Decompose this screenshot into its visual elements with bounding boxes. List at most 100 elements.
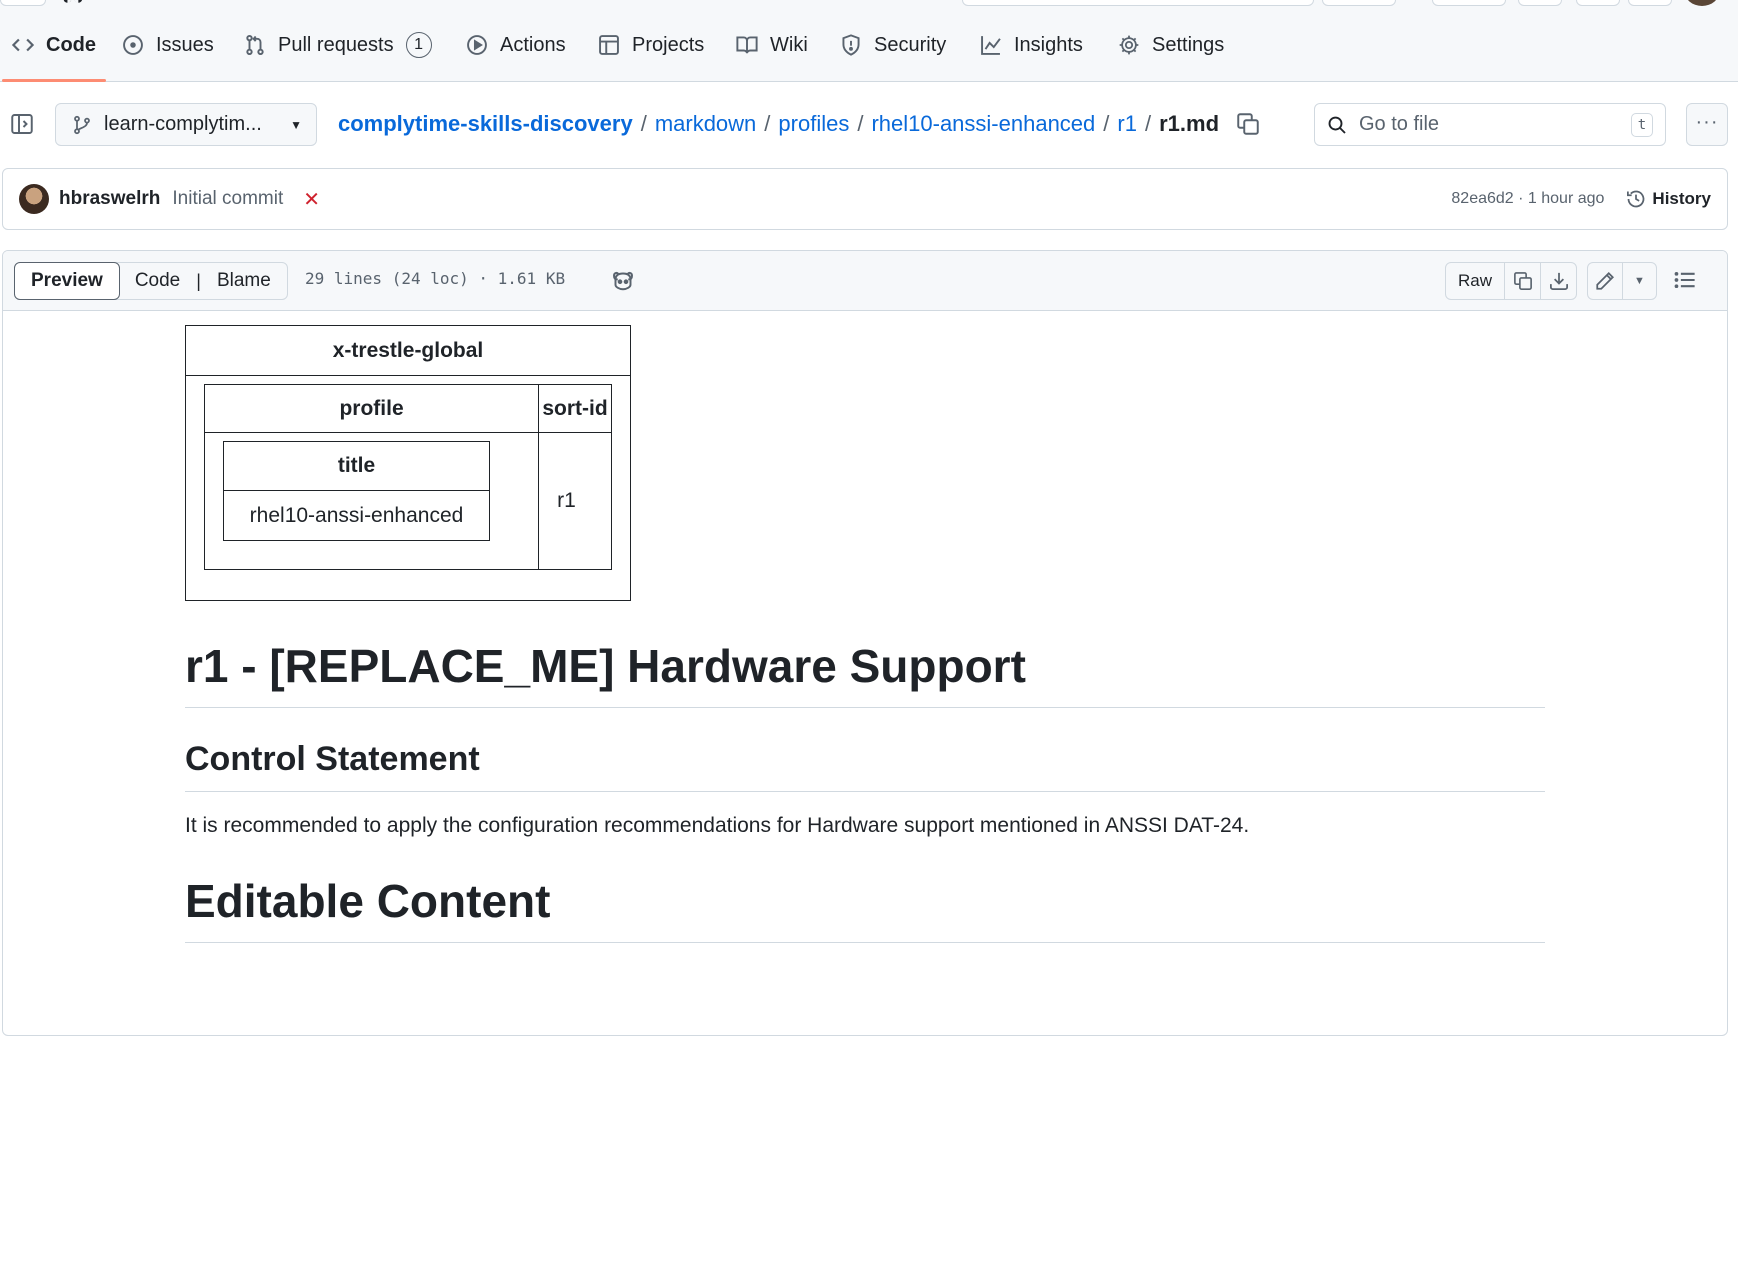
table-icon — [598, 34, 620, 56]
breadcrumb-separator: / — [857, 111, 864, 136]
check-failed-icon[interactable]: ✕ — [303, 187, 320, 212]
table-cell: profile sort-id title rhel10-anssi-enhan… — [185, 375, 631, 601]
tab-label: Issues — [156, 33, 214, 56]
shield-icon — [840, 34, 862, 56]
markdown-body: x-trestle-global profile sort-id title r… — [185, 325, 1545, 943]
breadcrumb-separator: / — [1144, 111, 1152, 136]
tab-preview[interactable]: Preview — [14, 262, 120, 300]
github-logo-icon[interactable]: ◐◑ — [62, 0, 84, 7]
file-actions-group: Raw — [1445, 262, 1578, 300]
branch-selector[interactable]: learn-complytim... ▼ — [55, 103, 317, 146]
history-button[interactable]: History — [1626, 189, 1711, 209]
copy-icon — [1513, 272, 1532, 290]
history-label: History — [1652, 189, 1711, 208]
gear-icon — [1118, 34, 1140, 56]
tab-projects[interactable]: Projects — [598, 8, 704, 82]
tab-code-view[interactable]: Code — [119, 263, 196, 299]
download-button[interactable] — [1540, 263, 1576, 299]
heading-1: Editable Content — [185, 874, 1545, 943]
tab-insights[interactable]: Insights — [980, 8, 1083, 82]
keyboard-shortcut-hint: t — [1631, 112, 1653, 137]
breadcrumb-separator: / — [764, 111, 771, 136]
tab-issues[interactable]: Issues — [122, 8, 214, 82]
breadcrumb-dir[interactable]: profiles — [778, 111, 849, 137]
tab-code[interactable]: Code — [2, 8, 106, 82]
file-viewer: Preview Code | Blame 29 lines (24 loc) ·… — [2, 250, 1728, 1036]
side-panel-toggle[interactable] — [10, 112, 38, 138]
triangle-down-icon: ▼ — [1634, 275, 1645, 287]
tab-label: Code — [46, 33, 96, 56]
go-to-file-input[interactable]: Go to file t — [1314, 103, 1666, 146]
table-cell: r1 — [538, 432, 612, 570]
raw-button[interactable]: Raw — [1446, 263, 1504, 299]
table-header: sort-id — [538, 384, 612, 433]
history-icon — [1627, 190, 1645, 208]
tab-security[interactable]: Security — [840, 8, 946, 82]
repository-nav: Code Issues Pull requests 1 Actions Proj… — [0, 8, 1738, 82]
commit-message[interactable]: Initial commit — [172, 188, 283, 210]
copy-icon — [1237, 113, 1259, 135]
tab-label: Pull requests — [278, 33, 394, 56]
book-icon — [736, 34, 758, 56]
heading-2: Control Statement — [185, 740, 1545, 792]
table-header: x-trestle-global — [185, 325, 631, 376]
pull-requests-button[interactable] — [1576, 0, 1620, 6]
issues-button[interactable] — [1518, 0, 1562, 6]
tab-settings[interactable]: Settings — [1118, 8, 1224, 82]
view-mode-toggle: Preview Code | Blame — [14, 262, 288, 300]
author-avatar[interactable] — [19, 184, 49, 214]
copy-raw-button[interactable] — [1504, 263, 1540, 299]
edit-options-dropdown[interactable]: ▼ — [1622, 263, 1656, 299]
breadcrumb-dir[interactable]: rhel10-anssi-enhanced — [871, 111, 1095, 137]
table-cell: title rhel10-anssi-enhanced — [203, 432, 540, 570]
tab-label: Actions — [500, 33, 566, 56]
tab-blame[interactable]: Blame — [201, 263, 287, 299]
pencil-icon — [1596, 272, 1614, 290]
branch-name: learn-complytim... — [104, 113, 262, 135]
breadcrumb-dir[interactable]: r1 — [1117, 111, 1137, 137]
breadcrumb-dir[interactable]: markdown — [655, 111, 756, 137]
breadcrumb-separator: / — [640, 111, 647, 136]
more-options-button[interactable]: ··· — [1686, 103, 1728, 146]
notifications-button[interactable] — [1628, 0, 1672, 6]
edit-actions-group: ▼ — [1587, 262, 1657, 300]
go-to-file-placeholder: Go to file — [1359, 113, 1440, 135]
tab-pull-requests[interactable]: Pull requests 1 — [244, 8, 432, 82]
breadcrumb-current-file: r1.md — [1159, 111, 1220, 136]
global-header-fragment: ◐◑ — [0, 0, 1738, 8]
pull-request-icon — [244, 34, 266, 56]
menu-button[interactable] — [0, 0, 46, 6]
tab-label: Projects — [632, 33, 705, 56]
download-icon — [1549, 272, 1568, 290]
commit-time: 1 hour ago — [1527, 190, 1605, 207]
graph-icon — [980, 34, 1002, 56]
pull-requests-counter: 1 — [405, 32, 432, 58]
tab-label: Settings — [1152, 33, 1225, 56]
copy-path-button[interactable] — [1236, 112, 1260, 136]
tab-label: Wiki — [770, 33, 808, 56]
breadcrumb-separator: / — [1103, 111, 1110, 136]
create-new-button[interactable] — [1432, 0, 1506, 6]
commit-sha[interactable]: 82ea6d2 — [1451, 190, 1513, 207]
commit-author[interactable]: hbraswelrh — [59, 188, 160, 210]
copilot-icon — [613, 271, 633, 291]
kebab-horizontal-icon: ··· — [1695, 111, 1719, 133]
tab-actions[interactable]: Actions — [466, 8, 566, 82]
user-avatar[interactable] — [1684, 0, 1720, 6]
edit-file-button[interactable] — [1588, 263, 1622, 299]
git-branch-icon — [74, 115, 90, 134]
frontmatter-table: x-trestle-global profile sort-id title r… — [185, 325, 631, 601]
copilot-button[interactable] — [1322, 0, 1396, 6]
table-header: title — [223, 441, 490, 491]
nested-table: title rhel10-anssi-enhanced — [223, 441, 490, 541]
code-icon — [12, 34, 34, 56]
file-info: 29 lines (24 loc) · 1.61 KB — [305, 269, 566, 288]
global-search-input[interactable] — [962, 0, 1314, 6]
tab-label: Security — [874, 33, 947, 56]
table-header: profile — [203, 384, 540, 433]
commit-sha-time: 82ea6d2 · 1 hour ago — [1451, 190, 1605, 207]
breadcrumb-repo[interactable]: complytime-skills-discovery — [338, 111, 633, 137]
tab-wiki[interactable]: Wiki — [736, 8, 808, 82]
outline-button[interactable] — [1673, 269, 1699, 293]
copilot-button[interactable] — [611, 269, 635, 293]
